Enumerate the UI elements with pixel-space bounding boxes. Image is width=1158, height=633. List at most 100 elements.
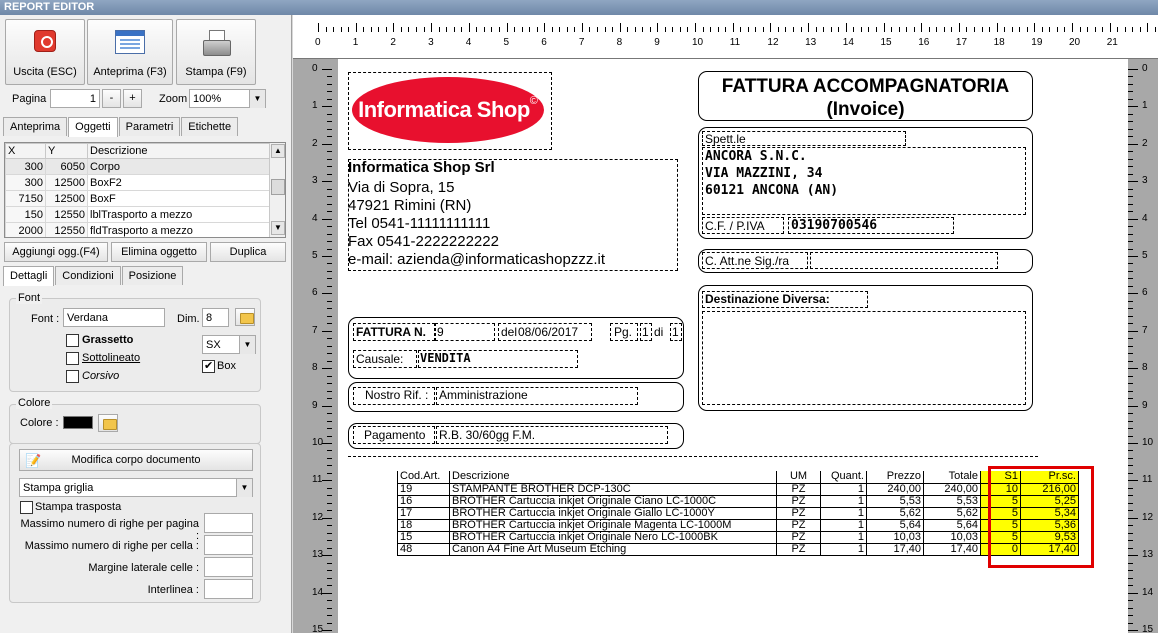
align-select[interactable]: SX ▼ <box>202 335 256 354</box>
ruler-number: 20 <box>1069 37 1081 48</box>
cell-margin-label: Margine laterale celle : <box>88 562 199 574</box>
table-row[interactable]: 300 6050 Corpo <box>5 158 271 175</box>
zoom-select[interactable]: 100% ▼ <box>189 89 266 108</box>
ruler-tick <box>327 487 332 489</box>
add-object-button[interactable]: Aggiungi ogg.(F4) <box>4 242 108 262</box>
folder-icon[interactable] <box>98 414 118 432</box>
ruler-tick <box>327 375 332 377</box>
ruler-tick <box>322 592 332 594</box>
transposed-checkbox[interactable] <box>20 501 33 514</box>
ruler-tick <box>1128 211 1133 213</box>
ruler-number: 14 <box>1142 586 1154 598</box>
invoice-number-field[interactable] <box>435 323 495 341</box>
logo: Informatica Shop © <box>352 77 544 143</box>
ruler-number: 13 <box>1142 549 1154 561</box>
max-rows-page-input[interactable] <box>204 513 253 533</box>
ruler-tick <box>966 27 968 32</box>
cell-total: 5,53 <box>923 494 981 508</box>
report-page[interactable]: Informatica Shop © Informatica Shop Srl … <box>338 59 1128 633</box>
col-y[interactable]: Y <box>45 143 88 159</box>
destination-address-field[interactable] <box>702 311 1026 405</box>
print-button[interactable]: Stampa (F9) <box>176 19 256 85</box>
table-row[interactable]: 48 Canon A4 Fine Art Museum Etching PZ 1… <box>397 542 1079 556</box>
table-row[interactable]: 2000 12550 fldTrasporto a mezzo <box>5 222 271 237</box>
tab-condizioni[interactable]: Condizioni <box>55 266 121 285</box>
page-input[interactable]: 1 <box>50 89 100 108</box>
delete-object-button[interactable]: Elimina oggetto <box>111 242 207 262</box>
ruler-tick <box>1128 203 1133 205</box>
color-swatch[interactable] <box>63 416 93 429</box>
tab-oggetti[interactable]: Oggetti <box>68 117 118 137</box>
table-row[interactable]: 16 BROTHER Cartuccia inkjet Originale Ci… <box>397 494 1079 508</box>
reference-label: Nostro Rif. : <box>365 388 429 402</box>
scroll-up-icon[interactable]: ▲ <box>271 144 285 158</box>
ruler-tick <box>327 450 332 452</box>
destination-label: Destinazione Diversa: <box>705 292 830 306</box>
ruler-tick <box>1128 577 1133 579</box>
edit-body-button[interactable]: 📝 Modifica corpo documento <box>19 449 253 471</box>
max-rows-cell-input[interactable] <box>204 535 253 555</box>
ruler-tick <box>1128 76 1133 78</box>
bold-checkbox[interactable] <box>66 334 79 347</box>
recipient-name: ANCORA S.N.C. <box>705 149 807 164</box>
ruler-number: 1 <box>312 100 318 112</box>
preview-button[interactable]: Anteprima (F3) <box>87 19 173 85</box>
underline-checkbox[interactable] <box>66 352 79 365</box>
preview-window-icon <box>115 30 145 54</box>
ruler-tick <box>322 106 332 108</box>
logo-copyright-mark: © <box>529 95 538 107</box>
tab-anteprima[interactable]: Anteprima <box>3 117 68 136</box>
ruler-tick <box>1128 368 1138 370</box>
cell-desc: BROTHER Cartuccia inkjet Originale Giall… <box>449 506 777 520</box>
cell-x: 150 <box>5 206 46 223</box>
ruler-number: 4 <box>1142 212 1148 224</box>
folder-icon[interactable] <box>235 308 255 326</box>
ruler-tick <box>695 23 696 32</box>
ruler-tick <box>327 121 332 123</box>
col-x[interactable]: X <box>5 143 46 159</box>
table-row[interactable]: 17 BROTHER Cartuccia inkjet Originale Gi… <box>397 506 1079 520</box>
ruler-tick <box>1128 188 1133 190</box>
duplicate-button[interactable]: Duplica <box>210 242 286 262</box>
col-totale: Totale <box>923 471 981 484</box>
ruler-tick <box>506 23 508 32</box>
ruler-tick <box>1128 517 1138 519</box>
cell-um: PZ <box>776 494 821 508</box>
page-plus-button[interactable]: + <box>123 89 142 108</box>
table-row[interactable]: 7150 12500 BoxF <box>5 190 271 207</box>
table-row[interactable]: 19 STAMPANTE BROTHER DCP-130C PZ 1 240,0… <box>397 482 1079 496</box>
items-table[interactable]: Cod.Art. Descrizione UM Quant. Prezzo To… <box>397 471 1079 556</box>
objects-scrollbar[interactable]: ▲ ▼ <box>269 143 285 237</box>
ruler-tick <box>1128 98 1133 100</box>
box-checkbox[interactable] <box>202 359 215 373</box>
italic-checkbox[interactable] <box>66 370 79 383</box>
line-spacing-input[interactable] <box>204 579 253 599</box>
exit-button[interactable]: Uscita (ESC) <box>5 19 85 85</box>
grid-select[interactable]: Stampa griglia ▼ <box>19 478 253 497</box>
cell-desc: BROTHER Cartuccia inkjet Originale Nero … <box>449 530 777 544</box>
tab-dettagli[interactable]: Dettagli <box>3 266 55 286</box>
ruler-tick <box>1139 27 1141 32</box>
ruler-tick <box>664 27 666 32</box>
font-input[interactable]: Verdana <box>63 308 165 327</box>
ruler-tick <box>619 23 621 32</box>
scroll-down-icon[interactable]: ▼ <box>271 221 285 235</box>
items-header-row: Cod.Art. Descrizione UM Quant. Prezzo To… <box>397 471 1079 484</box>
size-input[interactable]: 8 <box>202 308 229 327</box>
ruler-tick <box>322 218 332 220</box>
page-minus-button[interactable]: - <box>102 89 121 108</box>
table-row[interactable]: 18 BROTHER Cartuccia inkjet Originale Ma… <box>397 518 1079 532</box>
tab-etichette[interactable]: Etichette <box>181 117 239 136</box>
ruler-number: 6 <box>312 287 318 299</box>
tab-posizione[interactable]: Posizione <box>121 266 184 285</box>
scroll-thumb[interactable] <box>271 179 285 195</box>
table-row[interactable]: 150 12550 lblTrasporto a mezzo <box>5 206 271 223</box>
col-descrizione[interactable]: Descrizione <box>87 143 271 159</box>
table-row[interactable]: 300 12500 BoxF2 <box>5 174 271 191</box>
attention-value-field[interactable] <box>810 252 998 269</box>
cell-margin-input[interactable] <box>204 557 253 577</box>
exit-button-label: Uscita (ESC) <box>13 66 77 78</box>
ruler-tick <box>327 323 332 325</box>
table-row[interactable]: 15 BROTHER Cartuccia inkjet Originale Ne… <box>397 530 1079 544</box>
tab-parametri[interactable]: Parametri <box>118 117 181 136</box>
